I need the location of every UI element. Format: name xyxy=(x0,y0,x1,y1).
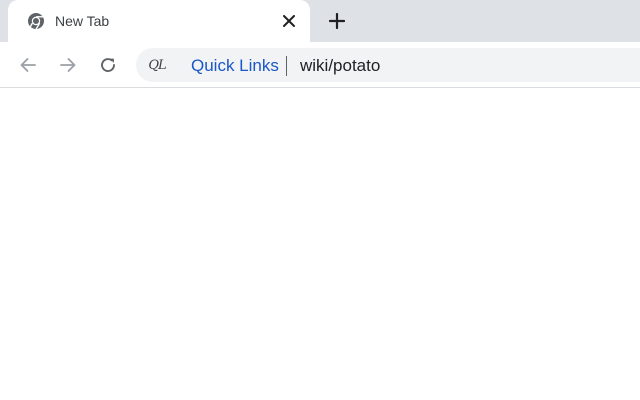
close-icon[interactable] xyxy=(280,12,298,30)
tab-new-tab[interactable]: New Tab xyxy=(8,0,310,42)
browser-window: New Tab QL Quick Links wiki/potato xyxy=(0,0,640,400)
plus-icon xyxy=(329,13,345,29)
arrow-left-icon xyxy=(19,56,37,74)
new-tab-button[interactable] xyxy=(326,10,348,32)
forward-button[interactable] xyxy=(57,54,79,76)
toolbar: QL Quick Links wiki/potato xyxy=(0,42,640,88)
chrome-logo-icon xyxy=(26,11,46,31)
site-info-chip[interactable]: QL xyxy=(142,51,172,79)
url-separator xyxy=(286,56,287,76)
site-name: Quick Links xyxy=(191,56,279,75)
page-content xyxy=(0,89,640,400)
back-button[interactable] xyxy=(17,54,39,76)
tab-title: New Tab xyxy=(55,13,110,29)
arrow-right-icon xyxy=(59,56,77,74)
tab-strip: New Tab xyxy=(0,0,640,42)
reload-icon xyxy=(99,56,117,74)
address-bar[interactable]: QL Quick Links wiki/potato xyxy=(136,48,640,82)
reload-button[interactable] xyxy=(97,54,119,76)
url-path: wiki/potato xyxy=(300,56,381,75)
